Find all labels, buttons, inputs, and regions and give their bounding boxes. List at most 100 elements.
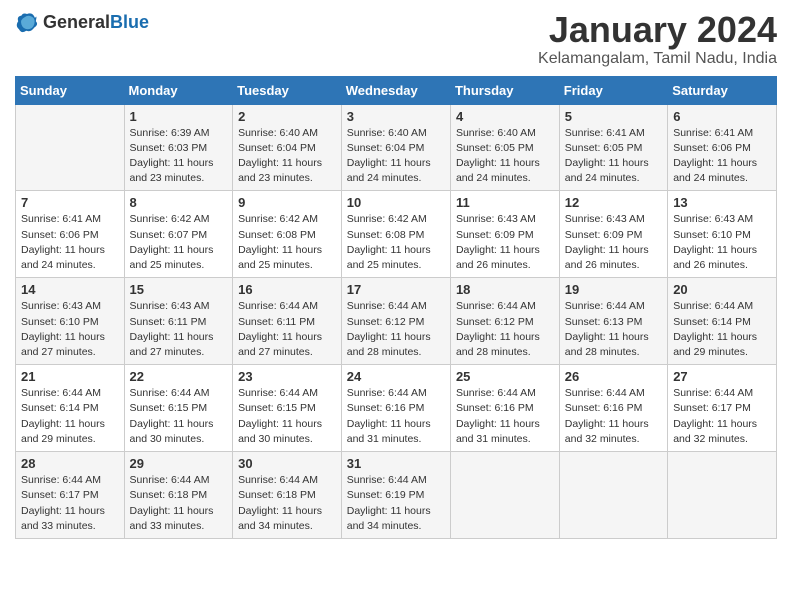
calendar-table: SundayMondayTuesdayWednesdayThursdayFrid… — [15, 76, 777, 539]
day-cell-16: 16Sunrise: 6:44 AMSunset: 6:11 PMDayligh… — [233, 278, 342, 365]
day-number: 9 — [238, 195, 336, 210]
day-cell-20: 20 Sunrise: 6:44 AMSunset: 6:14 PMDayligh… — [668, 278, 777, 365]
day-info: Sunrise: 6:42 AMSunset: 6:07 PMDaylight:… — [130, 212, 228, 273]
day-number: 17 — [347, 282, 445, 297]
week-row-1: 1 Sunrise: 6:39 AMSunset: 6:03 PMDaylight… — [16, 104, 777, 191]
header: GeneralBlue January 2024 Kelamangalam, T… — [15, 10, 777, 68]
day-info: Sunrise: 6:44 AMSunset: 6:16 PMDaylight:… — [347, 386, 445, 447]
day-info: Sunrise: 6:41 AMSunset: 6:06 PMDaylight:… — [673, 126, 771, 187]
day-number: 11 — [456, 195, 554, 210]
day-number: 27 — [673, 369, 771, 384]
day-info: Sunrise: 6:42 AMSunset: 6:08 PMDaylight:… — [238, 212, 336, 273]
day-cell-25: 25 Sunrise: 6:44 AMSunset: 6:16 PMDayligh… — [450, 365, 559, 452]
day-cell-10: 10Sunrise: 6:42 AMSunset: 6:08 PMDayligh… — [341, 191, 450, 278]
day-number: 4 — [456, 109, 554, 124]
week-row-5: 28Sunrise: 6:44 AMSunset: 6:17 PMDayligh… — [16, 452, 777, 539]
day-cell-1: 1 Sunrise: 6:39 AMSunset: 6:03 PMDaylight… — [124, 104, 233, 191]
day-cell-12: 12 Sunrise: 6:43 AMSunset: 6:09 PMDayligh… — [559, 191, 667, 278]
day-cell-14: 14 Sunrise: 6:43 AMSunset: 6:10 PMDayligh… — [16, 278, 125, 365]
day-number: 24 — [347, 369, 445, 384]
day-header-thursday: Thursday — [450, 76, 559, 104]
day-number: 8 — [130, 195, 228, 210]
day-number: 10 — [347, 195, 445, 210]
logo-icon — [15, 10, 39, 34]
day-info: Sunrise: 6:41 AMSunset: 6:06 PMDaylight:… — [21, 212, 119, 273]
day-info: Sunrise: 6:44 AMSunset: 6:16 PMDaylight:… — [456, 386, 554, 447]
day-number: 31 — [347, 456, 445, 471]
day-number: 12 — [565, 195, 662, 210]
day-cell-7: 7Sunrise: 6:41 AMSunset: 6:06 PMDaylight… — [16, 191, 125, 278]
day-header-saturday: Saturday — [668, 76, 777, 104]
day-header-sunday: Sunday — [16, 76, 125, 104]
day-number: 2 — [238, 109, 336, 124]
day-info: Sunrise: 6:40 AMSunset: 6:04 PMDaylight:… — [238, 126, 336, 187]
day-info: Sunrise: 6:43 AMSunset: 6:09 PMDaylight:… — [456, 212, 554, 273]
day-cell-31: 31 Sunrise: 6:44 AMSunset: 6:19 PMDayligh… — [341, 452, 450, 539]
day-cell-15: 15Sunrise: 6:43 AMSunset: 6:11 PMDayligh… — [124, 278, 233, 365]
day-cell-26: 26 Sunrise: 6:44 AMSunset: 6:16 PMDayligh… — [559, 365, 667, 452]
day-number: 1 — [130, 109, 228, 124]
day-info: Sunrise: 6:44 AMSunset: 6:19 PMDaylight:… — [347, 473, 445, 534]
day-cell-2: 2 Sunrise: 6:40 AMSunset: 6:04 PMDaylight… — [233, 104, 342, 191]
day-number: 20 — [673, 282, 771, 297]
day-number: 26 — [565, 369, 662, 384]
day-info: Sunrise: 6:44 AMSunset: 6:15 PMDaylight:… — [238, 386, 336, 447]
day-info: Sunrise: 6:43 AMSunset: 6:09 PMDaylight:… — [565, 212, 662, 273]
day-cell-4: 4 Sunrise: 6:40 AMSunset: 6:05 PMDaylight… — [450, 104, 559, 191]
day-cell-11: 11 Sunrise: 6:43 AMSunset: 6:09 PMDayligh… — [450, 191, 559, 278]
day-cell-5: 5Sunrise: 6:41 AMSunset: 6:05 PMDaylight… — [559, 104, 667, 191]
day-cell-29: 29 Sunrise: 6:44 AMSunset: 6:18 PMDayligh… — [124, 452, 233, 539]
day-cell-19: 19 Sunrise: 6:44 AMSunset: 6:13 PMDayligh… — [559, 278, 667, 365]
day-number: 16 — [238, 282, 336, 297]
day-number: 22 — [130, 369, 228, 384]
logo: GeneralBlue — [15, 10, 149, 34]
day-info: Sunrise: 6:44 AMSunset: 6:12 PMDaylight:… — [347, 299, 445, 360]
title-area: January 2024 Kelamangalam, Tamil Nadu, I… — [538, 10, 777, 68]
week-row-3: 14 Sunrise: 6:43 AMSunset: 6:10 PMDayligh… — [16, 278, 777, 365]
day-info: Sunrise: 6:40 AMSunset: 6:04 PMDaylight:… — [347, 126, 445, 187]
day-info: Sunrise: 6:43 AMSunset: 6:11 PMDaylight:… — [130, 299, 228, 360]
day-number: 25 — [456, 369, 554, 384]
empty-cell — [668, 452, 777, 539]
day-cell-18: 18 Sunrise: 6:44 AMSunset: 6:12 PMDayligh… — [450, 278, 559, 365]
day-number: 23 — [238, 369, 336, 384]
day-info: Sunrise: 6:43 AMSunset: 6:10 PMDaylight:… — [673, 212, 771, 273]
empty-cell — [16, 104, 125, 191]
day-number: 13 — [673, 195, 771, 210]
day-header-tuesday: Tuesday — [233, 76, 342, 104]
day-cell-3: 3 Sunrise: 6:40 AMSunset: 6:04 PMDaylight… — [341, 104, 450, 191]
day-cell-22: 22 Sunrise: 6:44 AMSunset: 6:15 PMDayligh… — [124, 365, 233, 452]
day-number: 6 — [673, 109, 771, 124]
day-info: Sunrise: 6:39 AMSunset: 6:03 PMDaylight:… — [130, 126, 228, 187]
day-number: 19 — [565, 282, 662, 297]
day-info: Sunrise: 6:44 AMSunset: 6:13 PMDaylight:… — [565, 299, 662, 360]
day-info: Sunrise: 6:44 AMSunset: 6:14 PMDaylight:… — [21, 386, 119, 447]
day-info: Sunrise: 6:44 AMSunset: 6:14 PMDaylight:… — [673, 299, 771, 360]
day-header-monday: Monday — [124, 76, 233, 104]
day-info: Sunrise: 6:44 AMSunset: 6:12 PMDaylight:… — [456, 299, 554, 360]
day-number: 30 — [238, 456, 336, 471]
day-cell-28: 28Sunrise: 6:44 AMSunset: 6:17 PMDayligh… — [16, 452, 125, 539]
day-info: Sunrise: 6:44 AMSunset: 6:15 PMDaylight:… — [130, 386, 228, 447]
day-info: Sunrise: 6:44 AMSunset: 6:18 PMDaylight:… — [238, 473, 336, 534]
day-number: 5 — [565, 109, 662, 124]
day-info: Sunrise: 6:40 AMSunset: 6:05 PMDaylight:… — [456, 126, 554, 187]
day-number: 14 — [21, 282, 119, 297]
day-number: 18 — [456, 282, 554, 297]
day-info: Sunrise: 6:44 AMSunset: 6:18 PMDaylight:… — [130, 473, 228, 534]
day-cell-23: 23 Sunrise: 6:44 AMSunset: 6:15 PMDayligh… — [233, 365, 342, 452]
calendar-title: January 2024 — [538, 10, 777, 50]
day-header-wednesday: Wednesday — [341, 76, 450, 104]
day-cell-30: 30 Sunrise: 6:44 AMSunset: 6:18 PMDayligh… — [233, 452, 342, 539]
week-row-2: 7Sunrise: 6:41 AMSunset: 6:06 PMDaylight… — [16, 191, 777, 278]
day-info: Sunrise: 6:44 AMSunset: 6:16 PMDaylight:… — [565, 386, 662, 447]
day-info: Sunrise: 6:43 AMSunset: 6:10 PMDaylight:… — [21, 299, 119, 360]
day-number: 28 — [21, 456, 119, 471]
day-cell-6: 6 Sunrise: 6:41 AMSunset: 6:06 PMDaylight… — [668, 104, 777, 191]
day-number: 29 — [130, 456, 228, 471]
day-cell-21: 21Sunrise: 6:44 AMSunset: 6:14 PMDayligh… — [16, 365, 125, 452]
day-cell-17: 17 Sunrise: 6:44 AMSunset: 6:12 PMDayligh… — [341, 278, 450, 365]
empty-cell — [559, 452, 667, 539]
day-number: 3 — [347, 109, 445, 124]
day-cell-9: 9 Sunrise: 6:42 AMSunset: 6:08 PMDaylight… — [233, 191, 342, 278]
